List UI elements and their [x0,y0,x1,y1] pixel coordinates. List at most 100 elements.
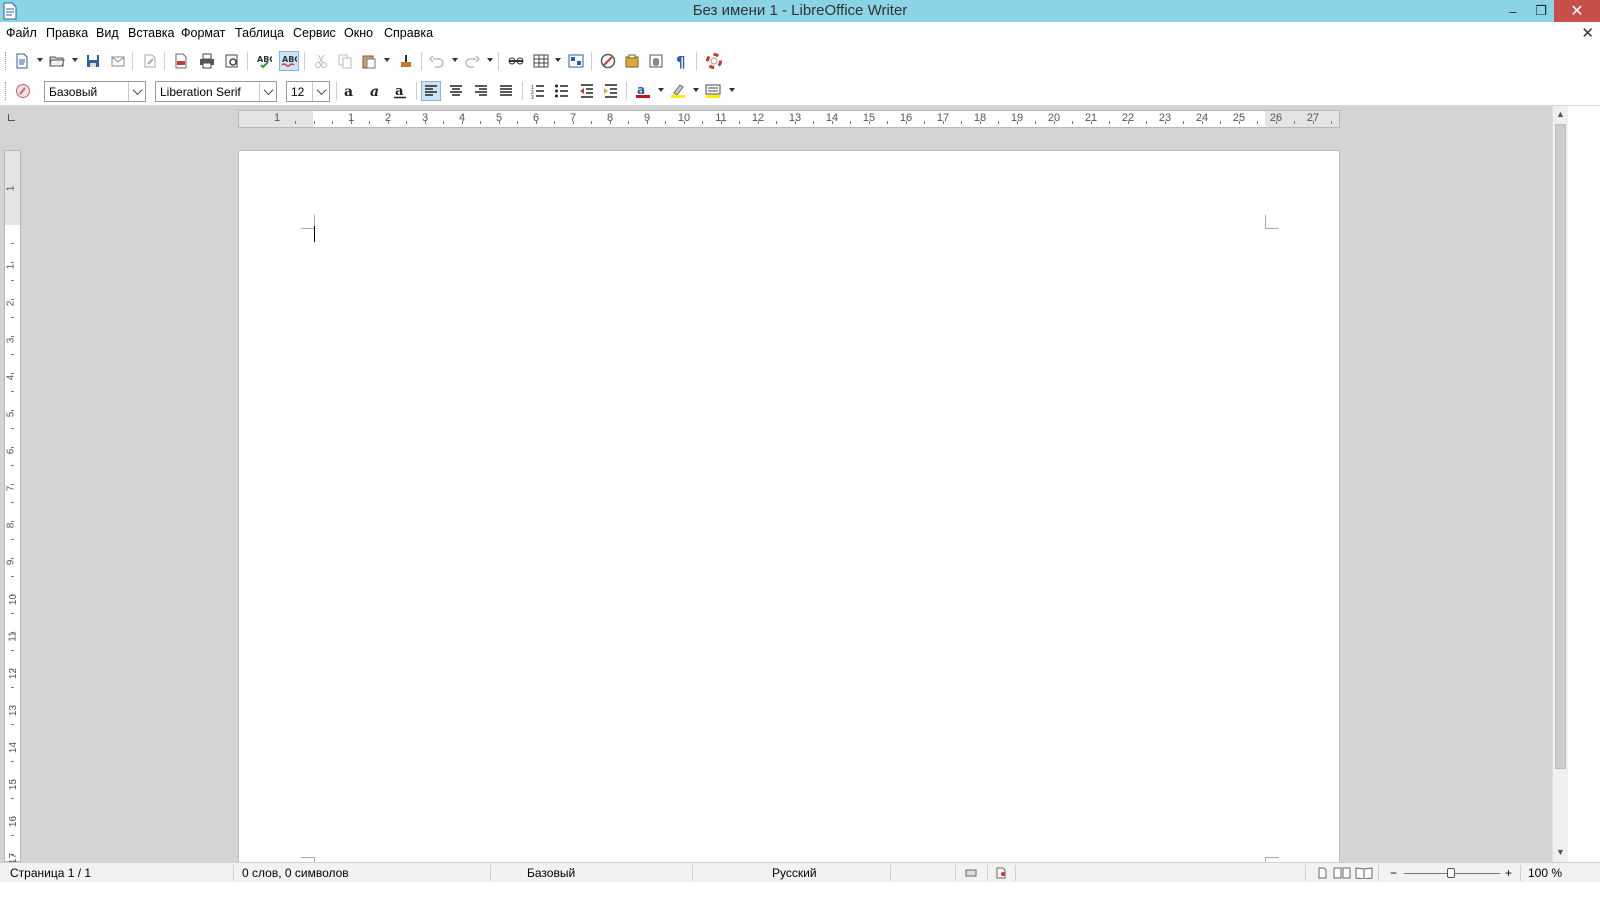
table-dropdown-arrow[interactable] [555,58,561,62]
close-button[interactable]: ✕ [1554,0,1600,22]
ruler-tick [758,121,759,124]
align-left-button[interactable] [421,81,441,101]
redo-dropdown-arrow[interactable] [487,58,493,62]
ruler-tick [11,521,14,522]
menu-file[interactable]: Файл [6,26,37,40]
document-page[interactable] [238,150,1340,862]
font-name-dropdown[interactable] [259,82,276,101]
increase-indent-button[interactable] [601,81,621,101]
bullet-list-button[interactable] [552,81,572,101]
copy-button[interactable] [335,51,355,71]
menu-window[interactable]: Окно [344,26,373,40]
close-document-button[interactable]: ✕ [1581,24,1594,42]
single-page-view-icon[interactable] [1316,867,1328,882]
open-button[interactable] [47,51,67,71]
italic-icon: a [370,84,379,99]
redo-button[interactable] [462,51,482,71]
minimize-button[interactable]: – [1500,0,1526,22]
paste-dropdown-arrow[interactable] [384,58,390,62]
language[interactable]: Русский [772,866,817,880]
insert-image-button[interactable] [566,51,586,71]
zoom-out-button[interactable]: − [1390,866,1397,880]
background-color-dropdown-arrow[interactable] [729,88,735,92]
menu-insert[interactable]: Вставка [128,26,174,40]
menu-help[interactable]: Справка [384,26,433,40]
vertical-scrollbar[interactable]: ▲ ▼ [1552,106,1568,862]
save-button[interactable] [83,51,103,71]
menu-table[interactable]: Таблица [235,26,284,40]
bold-button[interactable]: a [340,81,360,101]
ruler-tick [684,121,685,124]
navigator-button[interactable] [598,51,618,71]
menu-format[interactable]: Формат [181,26,225,40]
scroll-down-icon[interactable]: ▼ [1556,847,1565,857]
page-count[interactable]: Страница 1 / 1 [10,866,91,880]
styles-button[interactable] [13,81,33,101]
print-preview-button[interactable] [222,51,242,71]
document-modified-icon[interactable] [995,867,1007,882]
data-sources-button[interactable] [646,51,666,71]
clone-formatting-button[interactable] [396,51,416,71]
scrollbar-thumb[interactable] [1555,124,1566,769]
undo-dropdown-arrow[interactable] [452,58,458,62]
font-color-dropdown-arrow[interactable] [658,88,664,92]
align-center-button[interactable] [446,81,466,101]
paragraph-style-dropdown[interactable] [128,82,145,101]
justify-button[interactable] [496,81,516,101]
help-button[interactable] [704,51,724,71]
open-dropdown-arrow[interactable] [72,58,78,62]
cut-button[interactable] [311,51,331,71]
gallery-button[interactable] [622,51,642,71]
paragraph-style-combo[interactable]: Базовый [44,81,146,102]
toolbar-grip[interactable] [5,52,8,70]
toolbar-grip[interactable] [5,82,8,100]
word-count[interactable]: 0 слов, 0 символов [242,866,349,880]
scroll-up-icon[interactable]: ▲ [1556,109,1565,119]
new-document-button[interactable] [12,51,32,71]
zoom-slider-handle[interactable] [1447,868,1455,878]
edit-mode-button[interactable] [140,51,160,71]
font-size-dropdown[interactable] [312,82,329,101]
menu-view[interactable]: Вид [96,26,119,40]
highlighting-button[interactable] [668,81,688,101]
highlighting-dropdown-arrow[interactable] [693,88,699,92]
font-color-button[interactable]: a [633,81,653,101]
table-button[interactable] [531,51,551,71]
paste-button[interactable] [359,51,379,71]
hyperlink-button[interactable] [506,51,526,71]
insert-mode-icon[interactable] [965,867,977,882]
ruler-tick [11,669,14,670]
auto-spellcheck-button[interactable]: ABC [279,51,299,71]
undo-button[interactable] [427,51,447,71]
print-button[interactable] [197,51,217,71]
email-document-button[interactable] [108,51,128,71]
background-color-button[interactable] [703,81,723,101]
book-view-icon[interactable] [1355,867,1373,882]
export-pdf-button[interactable] [171,51,191,71]
new-dropdown-arrow[interactable] [37,58,43,62]
horizontal-ruler[interactable]: 1 1 2 3 4 5 6 7 8 9 10 11 12 13 14 15 16 17 18 19 20 21 22 23 24… [238,110,1340,128]
menu-edit[interactable]: Правка [46,26,88,40]
vertical-ruler[interactable]: 1 1 2 3 4 5 6 7 8 9 10 11 12 13 14 15 16 17 [4,150,21,862]
document-workspace[interactable]: 1 1 2 3 4 5 6 7 8 9 10 11 12 13 14 15 16 17 18 19 20 21 22 23 24… [0,106,1552,862]
ruler-tick [332,121,333,124]
maximize-button[interactable]: ❐ [1528,0,1554,22]
tab-stop-selector[interactable] [8,114,15,121]
font-name-combo[interactable]: Liberation Serif [155,81,277,102]
formatting-marks-button[interactable]: ¶ [671,51,691,71]
numbered-list-button[interactable]: 123 [528,81,548,101]
page-style[interactable]: Базовый [527,866,575,880]
spellcheck-button[interactable]: ABC [254,51,274,71]
zoom-in-button[interactable]: + [1505,866,1512,880]
font-size-combo[interactable]: 12 [286,81,330,102]
ruler-tick [1054,121,1055,124]
italic-button[interactable]: a [365,81,385,101]
underline-button[interactable]: a [390,81,410,101]
menu-tools[interactable]: Сервис [293,26,336,40]
zoom-level[interactable]: 100 % [1528,866,1562,880]
decrease-indent-button[interactable] [577,81,597,101]
ruler-tick [1183,121,1184,124]
status-divider [987,865,988,881]
multi-page-view-icon[interactable] [1333,867,1351,882]
align-right-button[interactable] [471,81,491,101]
